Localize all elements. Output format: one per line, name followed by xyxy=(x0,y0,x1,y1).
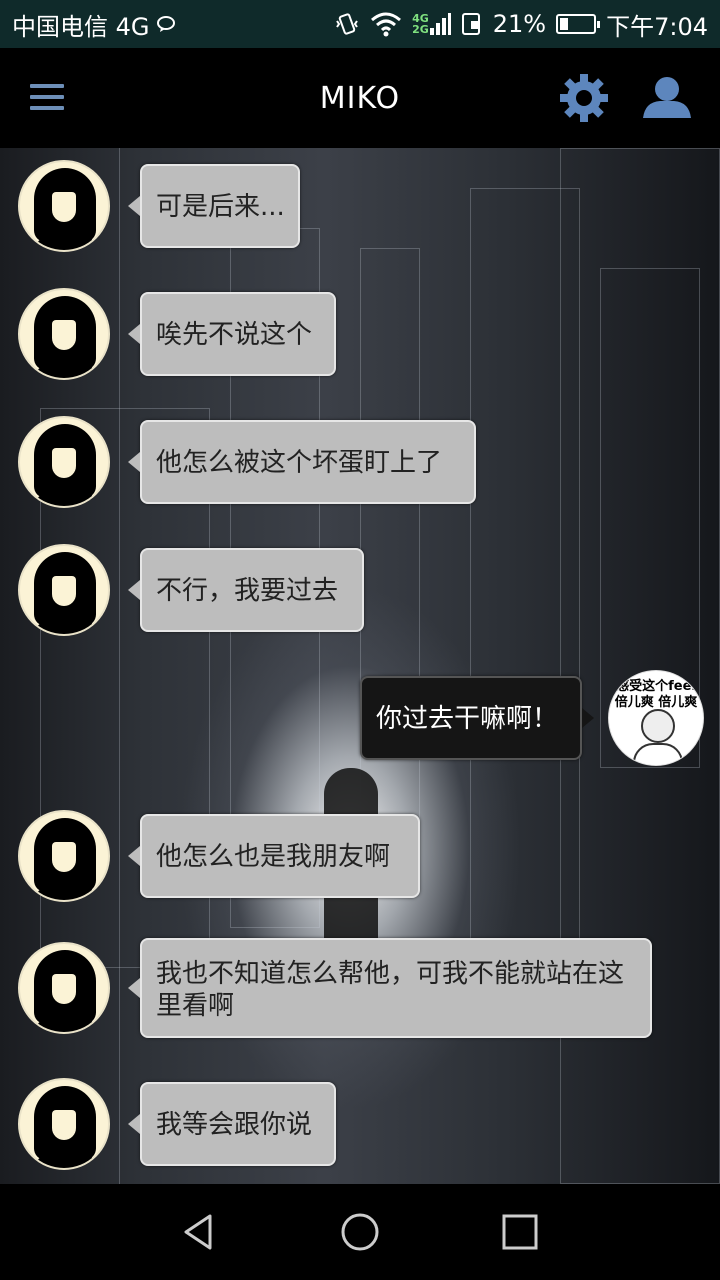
page-title: MIKO xyxy=(319,80,401,116)
message-notification-icon xyxy=(156,14,176,34)
sticker-caption-2: 倍儿爽 倍儿爽 xyxy=(614,695,698,710)
message-row: 他怎么被这个坏蛋盯上了 xyxy=(18,416,476,508)
avatar[interactable] xyxy=(18,160,110,252)
message-bubble[interactable]: 唉先不说这个 xyxy=(128,292,336,376)
message-row: 我等会跟你说 xyxy=(18,1078,336,1170)
user-icon[interactable] xyxy=(640,74,694,124)
message-bubble[interactable]: 不行，我要过去 xyxy=(128,548,364,632)
self-avatar[interactable]: 感受这个feel 倍儿爽 倍儿爽 xyxy=(608,670,704,766)
navigation-bar xyxy=(0,1184,720,1280)
avatar[interactable] xyxy=(18,942,110,1034)
message-text: 我也不知道怎么帮他，可我不能就站在这里看啊 xyxy=(156,959,625,1021)
avatar[interactable] xyxy=(18,1078,110,1170)
message-row: 唉先不说这个 xyxy=(18,288,336,380)
carrier-label: 中国电信 4G xyxy=(12,12,150,41)
battery-percent: 21% xyxy=(492,10,547,38)
recents-icon[interactable] xyxy=(496,1208,544,1256)
battery-icon xyxy=(556,14,601,34)
message-text: 他怎么被这个坏蛋盯上了 xyxy=(156,448,443,478)
meme-body xyxy=(633,743,683,765)
network-type-indicator: 4G 2G xyxy=(412,12,451,36)
message-bubble[interactable]: 他怎么也是我朋友啊 xyxy=(128,814,420,898)
message-row: 我也不知道怎么帮他，可我不能就站在这里看啊 xyxy=(18,938,652,1038)
message-row: 他怎么也是我朋友啊 xyxy=(18,810,420,902)
message-bubble[interactable]: 他怎么被这个坏蛋盯上了 xyxy=(128,420,476,504)
sim-icon xyxy=(461,11,483,37)
message-bubble[interactable]: 我也不知道怎么帮他，可我不能就站在这里看啊 xyxy=(128,938,652,1038)
message-bubble[interactable]: 可是后来... xyxy=(128,164,300,248)
avatar[interactable] xyxy=(18,288,110,380)
vibrate-icon xyxy=(334,11,360,37)
home-icon[interactable] xyxy=(336,1208,384,1256)
message-text: 他怎么也是我朋友啊 xyxy=(156,842,391,872)
app-bar: MIKO xyxy=(0,48,720,148)
chat-background: 可是后来... 唉先不说这个 他怎么被这个坏蛋盯上了 不行，我要过去 你过去干嘛… xyxy=(0,148,720,1184)
clock: 下午7:04 xyxy=(606,12,708,41)
message-text: 不行，我要过去 xyxy=(156,576,339,606)
message-row: 可是后来... xyxy=(18,160,300,252)
avatar[interactable] xyxy=(18,416,110,508)
message-bubble-self[interactable]: 你过去干嘛啊！ xyxy=(360,676,594,760)
network-type-bottom: 2G xyxy=(412,23,429,36)
status-bar: 中国电信 4G 4G 2G 21% 下午7:04 xyxy=(0,0,720,48)
meme-face xyxy=(641,709,675,743)
message-text: 唉先不说这个 xyxy=(156,320,313,350)
message-row: 不行，我要过去 xyxy=(18,544,364,636)
avatar[interactable] xyxy=(18,810,110,902)
message-row-self: 你过去干嘛啊！ 感受这个feel 倍儿爽 倍儿爽 xyxy=(360,670,704,766)
wifi-icon xyxy=(370,11,402,37)
gear-icon[interactable] xyxy=(558,72,610,124)
message-text: 可是后来... xyxy=(156,192,285,222)
avatar[interactable] xyxy=(18,544,110,636)
back-icon[interactable] xyxy=(176,1208,224,1256)
message-text: 你过去干嘛啊！ xyxy=(376,704,559,734)
message-bubble[interactable]: 我等会跟你说 xyxy=(128,1082,336,1166)
message-text: 我等会跟你说 xyxy=(156,1110,313,1140)
